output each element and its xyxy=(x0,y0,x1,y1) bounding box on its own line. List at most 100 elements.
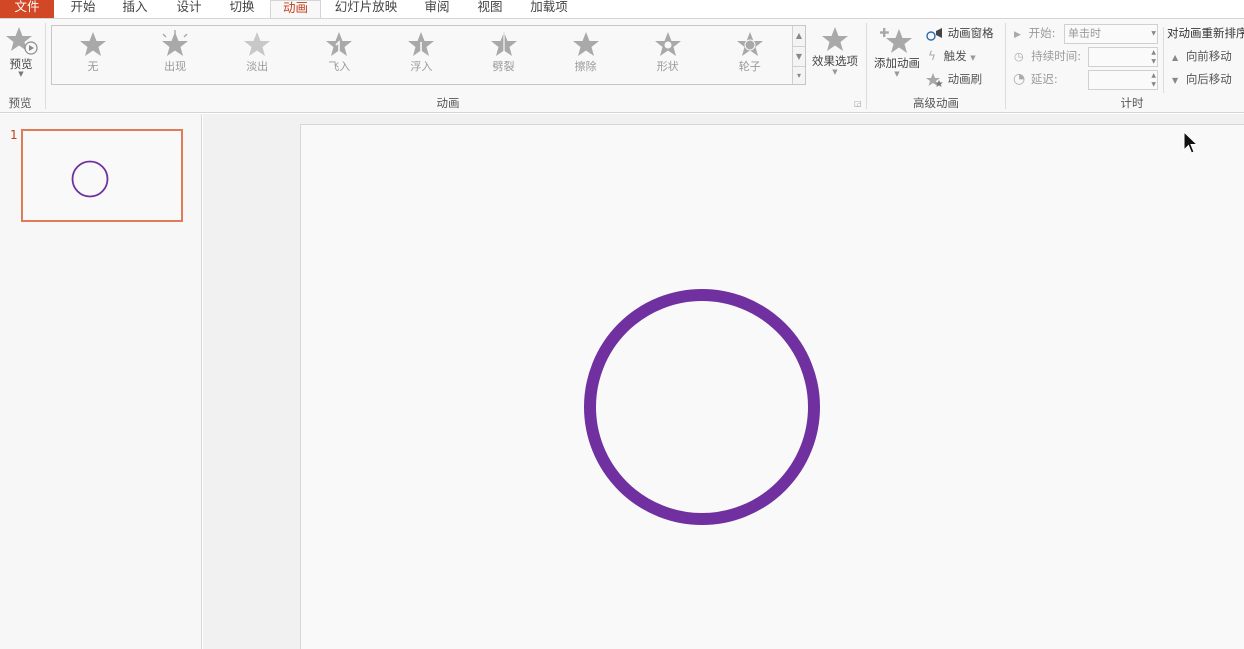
duration-spinner-icon[interactable]: ▲ ▼ xyxy=(1151,48,1156,66)
move-later-button[interactable]: ▼ 向后移动 xyxy=(1172,69,1232,89)
ribbon-tab-bar: 文件 开始 插入 设计 切换 动画 幻灯片放映 审阅 视图 加载项 xyxy=(0,0,1244,19)
start-label: 开始: xyxy=(1028,26,1056,40)
add-animation-label: 添加动画 xyxy=(874,56,920,70)
mouse-cursor-icon xyxy=(1183,131,1199,154)
gallery-more-icon[interactable]: ▾ xyxy=(792,66,805,84)
trigger-label: 触发 xyxy=(943,49,967,63)
move-earlier-button[interactable]: ▲ 向前移动 xyxy=(1172,46,1232,66)
add-animation-dropdown-icon: ▼ xyxy=(894,70,900,78)
gallery-item-label: 劈裂 xyxy=(492,60,515,73)
star-wipe-icon xyxy=(572,32,599,56)
gallery-item-2[interactable]: 淡出 xyxy=(227,30,287,74)
star-shape-icon xyxy=(654,32,681,56)
preview-button[interactable]: 预览 ▼ xyxy=(3,25,39,78)
timing-group-label: 计时 xyxy=(1120,96,1144,110)
clock-icon: ◷ xyxy=(1014,50,1024,63)
effect-options-button[interactable]: 效果选项 ▼ xyxy=(809,25,861,76)
tab-view[interactable]: 视图 xyxy=(469,0,511,18)
ribbon: 预览 ▼ 预览 无 出现 淡出 飞入 浮入 劈裂 擦除 形状 轮子 ▲ ▼ ▾ 效果选项 ▼ 动… xyxy=(0,18,1244,113)
tab-file[interactable]: 文件 xyxy=(0,0,54,18)
tab-addins[interactable]: 加载项 xyxy=(526,0,572,18)
animation-group-label: 动画 xyxy=(436,96,460,110)
lightning-icon: ϟ xyxy=(928,49,936,63)
gallery-item-label: 擦除 xyxy=(574,60,597,73)
gallery-item-8[interactable]: 轮子 xyxy=(720,30,780,74)
tab-review[interactable]: 审阅 xyxy=(416,0,458,18)
star-fade-icon xyxy=(244,32,271,56)
move-earlier-label: 向前移动 xyxy=(1185,49,1232,63)
thumbnail-circle-shape xyxy=(71,160,109,198)
star-split-icon xyxy=(490,32,517,57)
gallery-item-1[interactable]: 出现 xyxy=(145,30,205,74)
preview-dropdown-icon: ▼ xyxy=(18,70,24,78)
star-fly-in-icon xyxy=(326,32,353,56)
gallery-scroll-down-icon[interactable]: ▼ xyxy=(792,46,805,66)
animation-pane-button[interactable]: 动画窗格 xyxy=(926,23,994,43)
preview-star-icon xyxy=(6,27,38,55)
gallery-scroll-up-icon[interactable]: ▲ xyxy=(792,26,805,46)
duration-row: ◷ 持续时间: xyxy=(1014,46,1081,66)
preview-label: 预览 xyxy=(9,57,33,71)
animation-painter-icon xyxy=(926,72,943,87)
duration-label: 持续时间: xyxy=(1031,49,1082,63)
gallery-item-label: 飞入 xyxy=(328,60,351,73)
delay-label: 延迟: xyxy=(1030,72,1058,86)
delay-spinner-icon[interactable]: ▲ ▼ xyxy=(1151,71,1156,89)
gallery-item-4[interactable]: 浮入 xyxy=(391,30,451,74)
animation-painter-label: 动画刷 xyxy=(947,72,983,86)
trigger-dropdown-icon: ▼ xyxy=(970,54,976,62)
delay-clock-icon: ◔ xyxy=(1013,71,1026,87)
star-none-icon xyxy=(80,32,106,56)
gallery-item-label: 形状 xyxy=(656,60,679,73)
delay-row: ◔ 延迟: xyxy=(1013,69,1058,89)
star-appear-icon xyxy=(162,30,189,56)
move-later-label: 向后移动 xyxy=(1185,72,1232,86)
preview-group-label: 预览 xyxy=(8,96,32,110)
slide-canvas[interactable] xyxy=(300,124,1244,649)
group-separator xyxy=(866,23,867,109)
duration-input[interactable]: ▲ ▼ xyxy=(1088,47,1158,67)
gallery-item-label: 无 xyxy=(87,60,99,73)
effect-options-dropdown-icon: ▼ xyxy=(832,68,838,76)
group-separator xyxy=(1163,27,1164,93)
group-separator xyxy=(45,23,46,109)
start-select[interactable]: 单击时 ▼ xyxy=(1064,24,1158,44)
start-row: ▶ 开始: xyxy=(1014,23,1055,43)
star-wheel-icon xyxy=(736,32,763,56)
effect-options-star-icon xyxy=(822,27,848,51)
gallery-item-label: 出现 xyxy=(164,60,187,73)
gallery-item-5[interactable]: 劈裂 xyxy=(474,30,534,74)
move-later-arrow-icon: ▼ xyxy=(1172,76,1179,85)
group-separator xyxy=(1005,23,1006,109)
tab-animations[interactable]: 动画 xyxy=(270,0,321,19)
delay-input[interactable]: ▲ ▼ xyxy=(1088,70,1158,90)
slide-number: 1 xyxy=(10,128,18,142)
add-animation-button[interactable]: 添加动画 ▼ xyxy=(871,25,923,78)
start-play-icon: ▶ xyxy=(1014,30,1021,40)
start-dropdown-icon: ▼ xyxy=(1151,30,1156,37)
reorder-title: 对动画重新排序 xyxy=(1167,26,1244,40)
trigger-button[interactable]: ϟ 触发 ▼ xyxy=(928,46,976,66)
gallery-item-6[interactable]: 擦除 xyxy=(556,30,616,74)
animation-dialog-launcher-icon[interactable]: ◲ xyxy=(854,99,862,108)
slide-editing-area xyxy=(203,114,1244,649)
effect-options-label: 效果选项 xyxy=(812,54,858,68)
gallery-item-3[interactable]: 飞入 xyxy=(309,30,369,74)
tab-design[interactable]: 设计 xyxy=(168,0,210,18)
slide-circle-shape[interactable] xyxy=(301,125,1244,649)
animation-gallery: 无 出现 淡出 飞入 浮入 劈裂 擦除 形状 轮子 ▲ ▼ ▾ xyxy=(51,25,806,85)
start-value: 单击时 xyxy=(1068,27,1101,40)
gallery-item-0[interactable]: 无 xyxy=(63,30,123,74)
move-earlier-arrow-icon: ▲ xyxy=(1172,53,1179,62)
tab-home[interactable]: 开始 xyxy=(62,0,104,18)
add-animation-star-icon xyxy=(880,28,912,53)
gallery-item-7[interactable]: 形状 xyxy=(638,30,698,74)
tab-insert[interactable]: 插入 xyxy=(114,0,156,18)
slide-thumbnail[interactable] xyxy=(21,129,183,222)
animation-painter-button[interactable]: 动画刷 xyxy=(926,69,982,89)
animation-pane-icon xyxy=(926,27,942,41)
tab-slideshow[interactable]: 幻灯片放映 xyxy=(330,0,402,18)
animation-pane-label: 动画窗格 xyxy=(947,26,994,40)
gallery-item-label: 轮子 xyxy=(738,60,761,73)
tab-transitions[interactable]: 切换 xyxy=(221,0,263,18)
